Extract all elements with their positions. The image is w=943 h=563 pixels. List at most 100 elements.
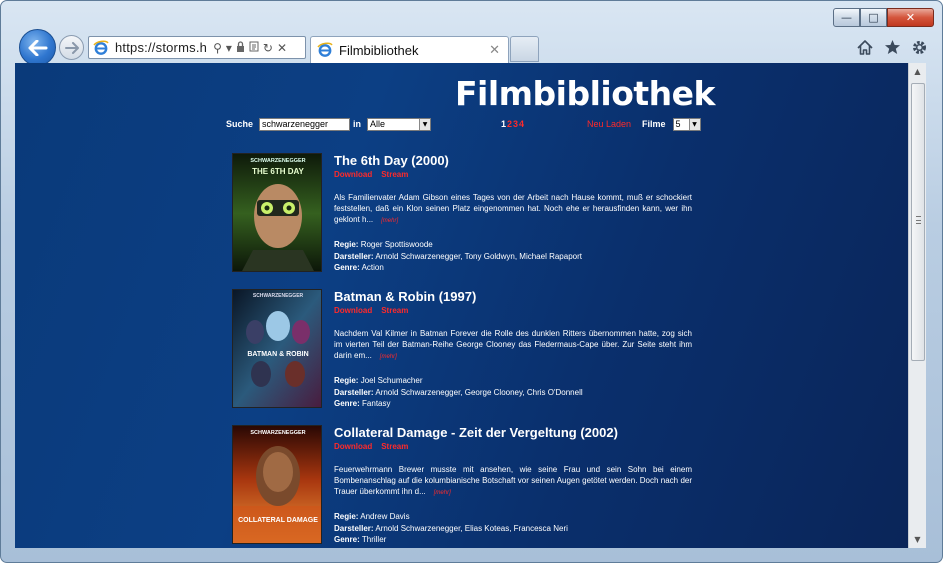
lock-icon[interactable] bbox=[236, 41, 245, 54]
page-current: 1 bbox=[501, 119, 507, 129]
search-input[interactable] bbox=[259, 117, 351, 131]
close-window-button[interactable]: ✕ bbox=[887, 8, 934, 27]
page-link-4[interactable]: 4 bbox=[519, 119, 524, 129]
genre-label: Genre: bbox=[334, 263, 360, 272]
movie-meta: Regie: Andrew Davis Darsteller: Arnold S… bbox=[334, 511, 694, 546]
movie-info: The 6th Day (2000) Download Stream Als Fa… bbox=[334, 153, 694, 274]
genre-value: Action bbox=[361, 263, 384, 272]
cast-label: Darsteller: bbox=[334, 251, 374, 261]
category-select[interactable]: Alle ▼ bbox=[367, 117, 431, 131]
minimize-button[interactable]: — bbox=[833, 8, 860, 27]
pagination: 1 2 3 4 bbox=[501, 117, 524, 131]
cast-row: Darsteller: Arnold Schwarzenegger, Tony … bbox=[334, 251, 694, 263]
poster-image: SCHWARZENEGGER BATMAN & ROBIN bbox=[233, 290, 321, 407]
movie-poster[interactable]: SCHWARZENEGGER BATMAN & ROBIN bbox=[232, 289, 322, 408]
window-controls: — □ ✕ bbox=[833, 8, 934, 27]
reload-link-wrap: Neu Laden bbox=[587, 117, 631, 131]
genre-value: Fantasy bbox=[362, 399, 391, 408]
refresh-icon[interactable]: ↻ bbox=[263, 42, 273, 54]
cast-label: Darsteller: bbox=[334, 387, 374, 397]
page-viewport: Filmbibliothek Suche in Alle ▼ 1 2 3 4 N… bbox=[15, 63, 908, 548]
search-icon[interactable]: ⚲ bbox=[213, 42, 222, 54]
gear-icon[interactable] bbox=[910, 38, 928, 56]
cast-row: Darsteller: Arnold Schwarzenegger, Elias… bbox=[334, 523, 694, 535]
in-group: in Alle ▼ bbox=[353, 117, 431, 131]
download-link[interactable]: Download bbox=[334, 170, 372, 179]
poster-image: SCHWARZENEGGER COLLATERAL DAMAGE bbox=[233, 426, 321, 543]
stop-icon[interactable]: ✕ bbox=[277, 42, 287, 54]
movie-links: Download Stream bbox=[334, 170, 694, 179]
dropdown-arrow-icon[interactable]: ▾ bbox=[226, 42, 232, 54]
favorites-star-icon[interactable] bbox=[883, 38, 901, 56]
filter-bar: Suche in Alle ▼ 1 2 3 4 Neu Laden Filme bbox=[226, 117, 706, 133]
director-row: Regie: Andrew Davis bbox=[334, 511, 694, 523]
movie-title[interactable]: Collateral Damage - Zeit der Vergeltung … bbox=[334, 425, 694, 440]
director-label: Regie: bbox=[334, 240, 359, 249]
arrow-left-icon bbox=[28, 39, 47, 56]
vertical-scrollbar[interactable]: ▲ ▼ bbox=[908, 63, 926, 548]
films-per-page-select[interactable]: 5 ▼ bbox=[672, 117, 701, 131]
movie-title[interactable]: The 6th Day (2000) bbox=[334, 153, 694, 168]
dropdown-arrow-icon: ▼ bbox=[419, 118, 430, 130]
more-link[interactable]: [mehr] bbox=[381, 218, 398, 224]
address-tools: ⚲ ▾ ↻ ✕ bbox=[213, 41, 287, 54]
cast-value: Arnold Schwarzenegger, Tony Goldwyn, Mic… bbox=[375, 251, 582, 261]
cast-label: Darsteller: bbox=[334, 523, 374, 533]
films-label: Filme bbox=[642, 119, 666, 129]
movie-poster[interactable]: SCHWARZENEGGER THE 6TH DAY bbox=[232, 153, 322, 272]
address-bar[interactable]: https://storms.h ⚲ ▾ ↻ ✕ bbox=[88, 36, 306, 59]
new-tab-button[interactable] bbox=[510, 36, 539, 62]
address-text[interactable]: https://storms.h bbox=[115, 40, 207, 55]
close-tab-icon[interactable]: ✕ bbox=[489, 43, 500, 58]
page-link-3[interactable]: 3 bbox=[513, 119, 518, 129]
movie-links: Download Stream bbox=[334, 442, 694, 451]
stream-link[interactable]: Stream bbox=[381, 170, 408, 179]
reload-link[interactable]: Neu Laden bbox=[587, 119, 631, 129]
more-link[interactable]: [mehr] bbox=[434, 490, 451, 496]
back-button[interactable] bbox=[19, 29, 56, 66]
search-label: Suche bbox=[226, 119, 254, 129]
poster-top-text: SCHWARZENEGGER bbox=[250, 430, 305, 436]
tab-filmbibliothek[interactable]: Filmbibliothek ✕ bbox=[310, 36, 509, 63]
genre-value: Thriller bbox=[361, 535, 387, 544]
maximize-button[interactable]: □ bbox=[860, 8, 887, 27]
movie-poster[interactable]: SCHWARZENEGGER COLLATERAL DAMAGE bbox=[232, 425, 322, 544]
download-link[interactable]: Download bbox=[334, 306, 372, 315]
director-label: Regie: bbox=[334, 376, 359, 385]
search-group: Suche bbox=[226, 117, 351, 131]
browser-window: — □ ✕ https://storms.h ⚲ ▾ ↻ ✕ Filmbibli… bbox=[0, 0, 943, 563]
in-label: in bbox=[353, 119, 361, 129]
movie-info: Batman & Robin (1997) Download Stream Nac… bbox=[334, 289, 694, 410]
scrollbar-thumb[interactable] bbox=[911, 83, 925, 361]
movie-title[interactable]: Batman & Robin (1997) bbox=[334, 289, 694, 304]
download-link[interactable]: Download bbox=[334, 442, 372, 451]
stream-link[interactable]: Stream bbox=[381, 306, 408, 315]
director-value: Andrew Davis bbox=[360, 512, 410, 521]
director-row: Regie: Joel Schumacher bbox=[334, 375, 694, 387]
scroll-down-icon[interactable]: ▼ bbox=[909, 531, 926, 548]
director-value: Joel Schumacher bbox=[360, 376, 423, 385]
genre-row: Genre: Fantasy bbox=[334, 398, 694, 410]
forward-button[interactable] bbox=[59, 35, 84, 60]
director-label: Regie: bbox=[334, 512, 359, 521]
movie-meta: Regie: Roger Spottiswoode Darsteller: Ar… bbox=[334, 239, 694, 274]
movie-info: Collateral Damage - Zeit der Vergeltung … bbox=[334, 425, 694, 546]
home-icon[interactable] bbox=[856, 38, 874, 56]
category-select-value: Alle bbox=[370, 119, 386, 129]
page-link-2[interactable]: 2 bbox=[507, 119, 512, 129]
arrow-right-icon bbox=[64, 41, 79, 54]
cast-row: Darsteller: Arnold Schwarzenegger, Georg… bbox=[334, 387, 694, 399]
grip-icon bbox=[916, 216, 921, 224]
genre-row: Genre: Action bbox=[334, 262, 694, 274]
scroll-up-icon[interactable]: ▲ bbox=[909, 63, 926, 80]
more-link[interactable]: [mehr] bbox=[380, 354, 397, 360]
poster-image: SCHWARZENEGGER THE 6TH DAY bbox=[233, 154, 321, 271]
cast-value: Arnold Schwarzenegger, George Clooney, C… bbox=[375, 387, 583, 397]
browser-toolbar-right bbox=[856, 38, 928, 56]
compatibility-icon[interactable] bbox=[249, 41, 259, 54]
director-value: Roger Spottiswoode bbox=[360, 240, 433, 249]
movie-meta: Regie: Joel Schumacher Darsteller: Arnol… bbox=[334, 375, 694, 410]
poster-title-text: COLLATERAL DAMAGE bbox=[238, 517, 318, 524]
stream-link[interactable]: Stream bbox=[381, 442, 408, 451]
genre-label: Genre: bbox=[334, 399, 360, 408]
